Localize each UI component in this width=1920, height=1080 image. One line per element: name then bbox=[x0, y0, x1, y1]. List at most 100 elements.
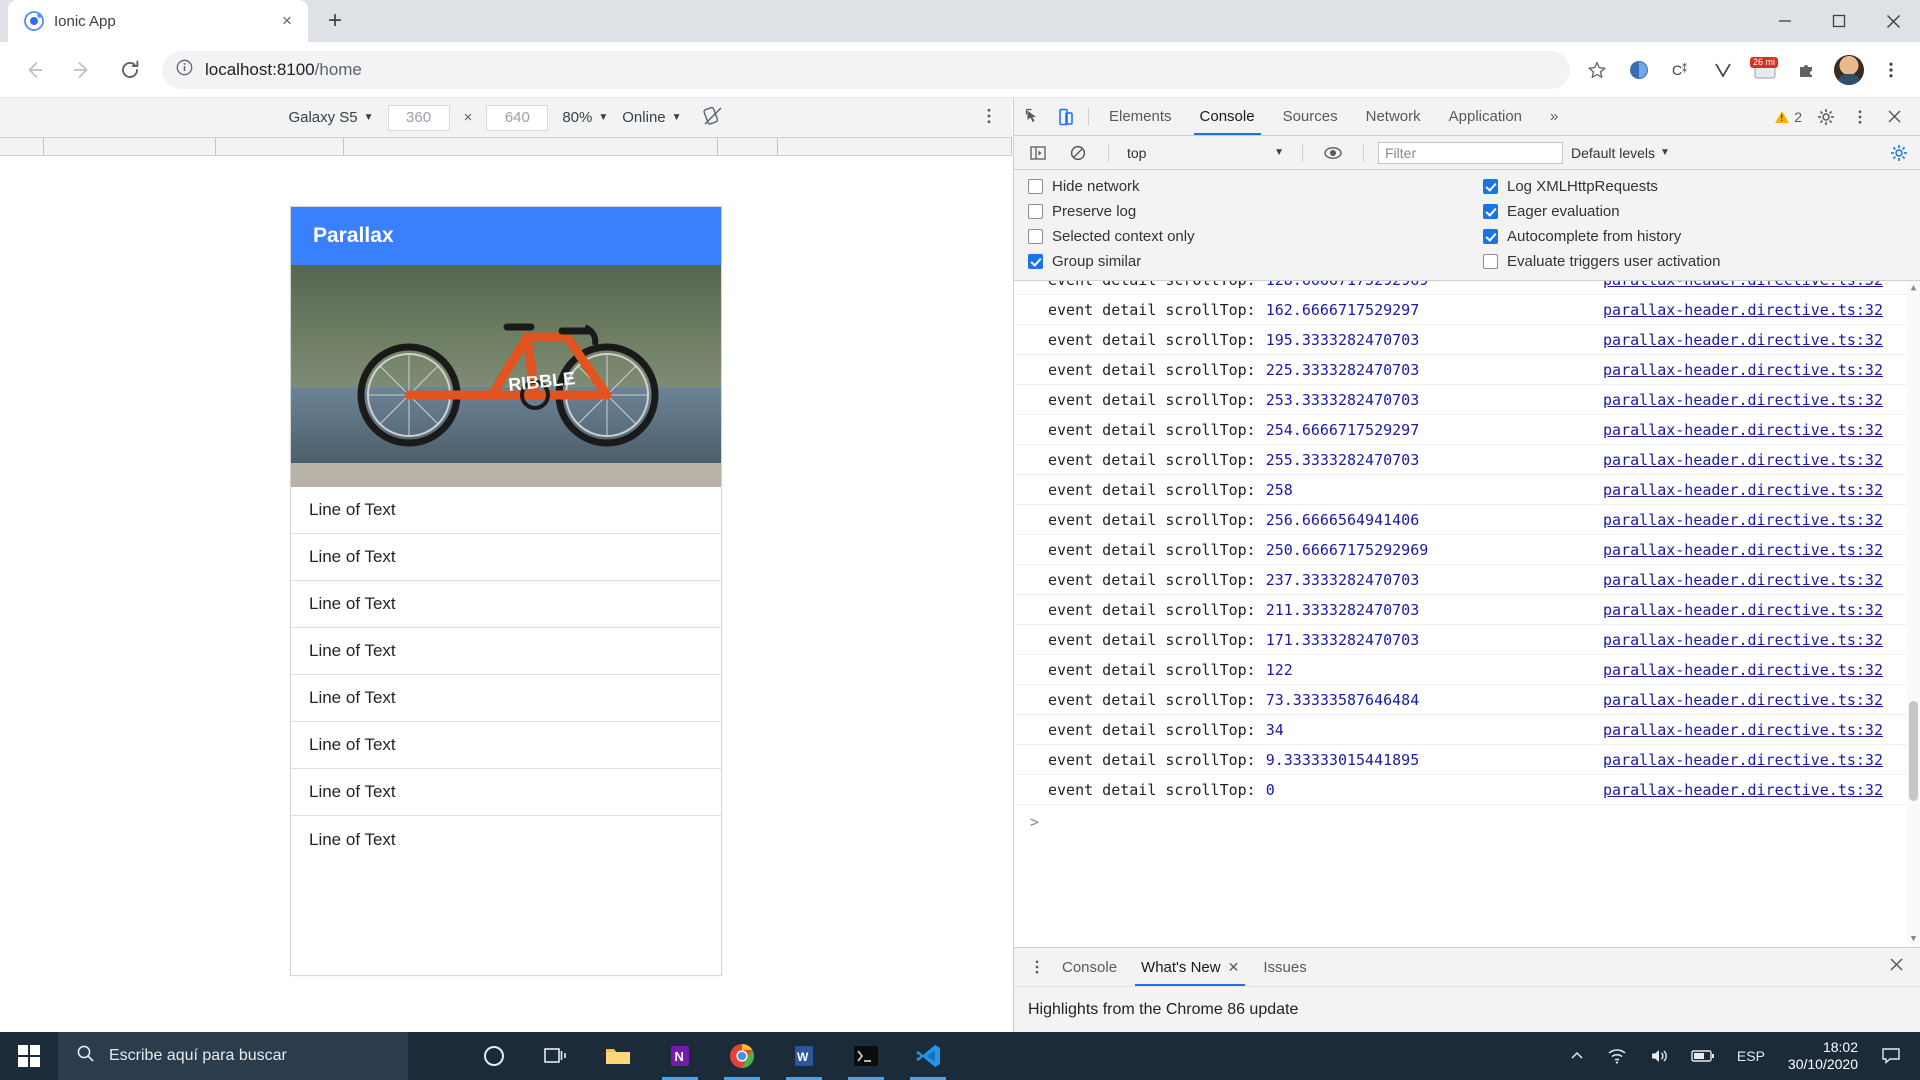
extensions-puzzle-icon[interactable] bbox=[1788, 51, 1826, 89]
tab-application[interactable]: Application bbox=[1435, 98, 1536, 135]
console-log-row[interactable]: event detail scrollTop: 171.333328247070… bbox=[1014, 625, 1907, 655]
browser-tab[interactable]: Ionic App × bbox=[8, 0, 308, 42]
console-log-list[interactable]: event detail scrollTop: 128.666671752929… bbox=[1014, 281, 1920, 947]
extension-calendar-icon[interactable]: 26 mi bbox=[1746, 51, 1784, 89]
checkbox-box[interactable] bbox=[1028, 204, 1043, 219]
log-source-link[interactable]: parallax-header.directive.ts:32 bbox=[1603, 481, 1883, 499]
log-source-link[interactable]: parallax-header.directive.ts:32 bbox=[1603, 721, 1883, 739]
console-log-row[interactable]: event detail scrollTop: 237.333328247070… bbox=[1014, 565, 1907, 595]
list-item[interactable]: Line of Text bbox=[291, 722, 721, 769]
checkbox-box[interactable] bbox=[1028, 179, 1043, 194]
chevron-up-icon[interactable] bbox=[1558, 1032, 1596, 1080]
windows-start-icon[interactable] bbox=[0, 1032, 58, 1080]
console-settings-gear-icon[interactable] bbox=[1890, 144, 1912, 162]
checkbox-log-xmlhttprequests[interactable]: Log XMLHttpRequests bbox=[1483, 178, 1906, 195]
notification-icon[interactable] bbox=[1870, 1032, 1912, 1080]
console-levels-select[interactable]: Default levels ▼ bbox=[1571, 145, 1670, 161]
log-source-link[interactable]: parallax-header.directive.ts:32 bbox=[1603, 451, 1883, 469]
log-source-link[interactable]: parallax-header.directive.ts:32 bbox=[1603, 661, 1883, 679]
scroll-up-arrow-icon[interactable]: ▲ bbox=[1908, 283, 1919, 294]
chrome-menu-kebab-icon[interactable] bbox=[1872, 51, 1910, 89]
live-expression-icon[interactable] bbox=[1317, 138, 1349, 168]
console-log-row[interactable]: event detail scrollTop: 254.666671752929… bbox=[1014, 415, 1907, 445]
log-source-link[interactable]: parallax-header.directive.ts:32 bbox=[1603, 391, 1883, 409]
console-filter-input[interactable]: Filter bbox=[1378, 141, 1563, 164]
log-source-link[interactable]: parallax-header.directive.ts:32 bbox=[1603, 361, 1883, 379]
network-throttling-select[interactable]: Online ▼ bbox=[622, 109, 681, 126]
log-source-link[interactable]: parallax-header.directive.ts:32 bbox=[1603, 331, 1883, 349]
device-width-input[interactable]: 360 bbox=[387, 104, 450, 131]
device-toolbar-icon[interactable] bbox=[1050, 102, 1082, 132]
list-item[interactable]: Line of Text bbox=[291, 581, 721, 628]
back-arrow-icon[interactable] bbox=[13, 49, 55, 91]
address-bar[interactable]: localhost:8100/home bbox=[162, 50, 1570, 89]
forward-arrow-icon[interactable] bbox=[61, 49, 103, 91]
search-input[interactable]: Escribe aquí para buscar bbox=[58, 1032, 408, 1080]
checkbox-selected-context-only[interactable]: Selected context only bbox=[1028, 228, 1483, 245]
console-log-row[interactable]: event detail scrollTop: 162.666671752929… bbox=[1014, 295, 1907, 325]
devtools-close-icon[interactable] bbox=[1878, 102, 1910, 132]
window-maximize-button[interactable] bbox=[1812, 0, 1866, 42]
window-minimize-button[interactable] bbox=[1758, 0, 1812, 42]
log-source-link[interactable]: parallax-header.directive.ts:32 bbox=[1603, 301, 1883, 319]
extension-circle-icon[interactable] bbox=[1620, 51, 1658, 89]
console-log-row[interactable]: event detail scrollTop: 255.333328247070… bbox=[1014, 445, 1907, 475]
tab-sources[interactable]: Sources bbox=[1269, 98, 1352, 135]
drawer-close-icon[interactable] bbox=[1889, 957, 1910, 977]
log-source-link[interactable]: parallax-header.directive.ts:32 bbox=[1603, 631, 1883, 649]
file-explorer-icon[interactable] bbox=[590, 1032, 646, 1080]
drawer-tab-whats-new[interactable]: What's New ✕ bbox=[1129, 949, 1251, 986]
console-prompt[interactable]: > bbox=[1014, 805, 1907, 839]
log-source-link[interactable]: parallax-header.directive.ts:32 bbox=[1603, 601, 1883, 619]
checkbox-evaluate-triggers-user-activation[interactable]: Evaluate triggers user activation bbox=[1483, 253, 1906, 270]
tab-elements[interactable]: Elements bbox=[1095, 98, 1186, 135]
info-circle-icon[interactable] bbox=[176, 59, 193, 81]
console-log-row[interactable]: event detail scrollTop: 253.333328247070… bbox=[1014, 385, 1907, 415]
checkbox-autocomplete-from-history[interactable]: Autocomplete from history bbox=[1483, 228, 1906, 245]
log-source-link[interactable]: parallax-header.directive.ts:32 bbox=[1603, 541, 1883, 559]
checkbox-box[interactable] bbox=[1028, 229, 1043, 244]
extension-c-icon[interactable]: C ⁑ bbox=[1662, 51, 1700, 89]
list-item[interactable]: Line of Text bbox=[291, 769, 721, 816]
checkbox-preserve-log[interactable]: Preserve log bbox=[1028, 203, 1483, 220]
tab-console[interactable]: Console bbox=[1186, 98, 1269, 135]
drawer-tab-issues[interactable]: Issues bbox=[1251, 949, 1318, 986]
gear-icon[interactable] bbox=[1810, 102, 1842, 132]
drawer-kebab-icon[interactable] bbox=[1024, 959, 1050, 975]
avatar[interactable] bbox=[1830, 51, 1868, 89]
console-log-row[interactable]: event detail scrollTop: 73.3333358764648… bbox=[1014, 685, 1907, 715]
console-context-select[interactable]: top ▼ bbox=[1123, 141, 1288, 164]
console-log-row[interactable]: event detail scrollTop: 195.333328247070… bbox=[1014, 325, 1907, 355]
star-icon[interactable] bbox=[1578, 51, 1616, 89]
tab-close-icon[interactable]: × bbox=[276, 10, 298, 32]
wifi-icon[interactable] bbox=[1596, 1032, 1638, 1080]
language-indicator[interactable]: ESP bbox=[1726, 1032, 1776, 1080]
scroll-down-arrow-icon[interactable]: ▼ bbox=[1908, 934, 1919, 945]
checkbox-group-similar[interactable]: Group similar bbox=[1028, 253, 1483, 270]
console-log-row[interactable]: event detail scrollTop: 0 parallax-heade… bbox=[1014, 775, 1907, 805]
list-item[interactable]: Line of Text bbox=[291, 628, 721, 675]
console-log-row[interactable]: event detail scrollTop: 34 parallax-head… bbox=[1014, 715, 1907, 745]
console-log-row[interactable]: event detail scrollTop: 128.666671752929… bbox=[1014, 281, 1907, 295]
new-tab-button[interactable]: + bbox=[318, 4, 352, 38]
tab-network[interactable]: Network bbox=[1352, 98, 1435, 135]
checkbox-box[interactable] bbox=[1483, 254, 1498, 269]
vscode-icon[interactable] bbox=[900, 1032, 956, 1080]
checkbox-box[interactable] bbox=[1483, 179, 1498, 194]
clear-console-icon[interactable] bbox=[1062, 138, 1094, 168]
device-toolbar-kebab-icon[interactable] bbox=[980, 107, 998, 129]
onenote-icon[interactable]: N bbox=[652, 1032, 708, 1080]
console-log-row[interactable]: event detail scrollTop: 211.333328247070… bbox=[1014, 595, 1907, 625]
device-height-input[interactable]: 640 bbox=[486, 104, 549, 131]
log-source-link[interactable]: parallax-header.directive.ts:32 bbox=[1603, 281, 1883, 289]
device-zoom-select[interactable]: 80% ▼ bbox=[562, 109, 608, 126]
checkbox-eager-evaluation[interactable]: Eager evaluation bbox=[1483, 203, 1906, 220]
device-select[interactable]: Galaxy S5 ▼ bbox=[288, 109, 373, 126]
checkbox-box[interactable] bbox=[1483, 229, 1498, 244]
battery-icon[interactable] bbox=[1680, 1032, 1726, 1080]
drawer-tab-console[interactable]: Console bbox=[1050, 949, 1129, 986]
list-item[interactable]: Line of Text bbox=[291, 675, 721, 722]
window-close-button[interactable] bbox=[1866, 0, 1920, 42]
console-scrollbar[interactable]: ▲ ▼ bbox=[1907, 281, 1920, 947]
more-tabs-button[interactable]: » bbox=[1536, 98, 1572, 135]
